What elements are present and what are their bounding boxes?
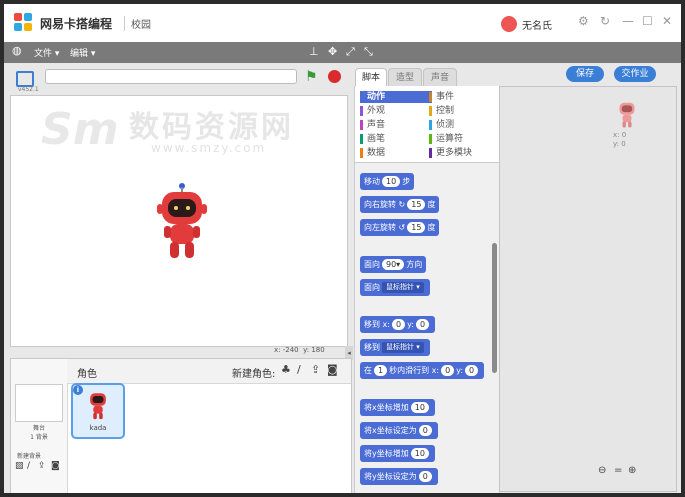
watermark-text: 数码资源网 — [129, 110, 294, 145]
app-window: 网易卡搭编程 校园 无名氏 ⚙ ↻ — ☐ ✕ ◍ 文件 ▾ 编辑 ▾ ⊥ ✥ … — [4, 4, 681, 493]
stop-icon[interactable] — [328, 70, 341, 83]
block-goto[interactable]: 移到 鼠标指针 ▾ — [360, 339, 430, 356]
user-name[interactable]: 无名氏 — [522, 17, 552, 32]
camera-icon[interactable]: ◙ — [51, 461, 60, 471]
file-menu[interactable]: 文件 ▾ — [34, 46, 59, 59]
user-avatar[interactable] — [501, 16, 517, 32]
new-backdrop-label: 新建背景 — [17, 453, 42, 460]
shrink-icon[interactable]: ⤡ — [364, 45, 373, 59]
block-point-direction[interactable]: 面向 90▾ 方向 — [360, 256, 427, 273]
block-change-x[interactable]: 将x坐标增加 10 — [360, 399, 435, 416]
refresh-icon[interactable]: ↻ — [600, 14, 610, 28]
stage-bg-count: 1 背景 — [30, 434, 48, 441]
block-set-y[interactable]: 将y坐标设定为 0 — [360, 468, 438, 485]
category-data[interactable]: 数据 — [360, 147, 432, 159]
block-palette: 动作 事件 外观 控制 声音 侦测 画笔 运算符 数据 更多模块 移动 10 步 向… — [354, 86, 500, 493]
save-button[interactable]: 保存 — [566, 66, 604, 82]
category-list: 动作 事件 外观 控制 声音 侦测 画笔 运算符 数据 更多模块 — [355, 86, 499, 163]
tab-scripts[interactable]: 脚本 — [355, 68, 387, 87]
category-more-blocks[interactable]: 更多模块 — [429, 147, 501, 159]
sprite-x-readout: x: 0 — [613, 131, 627, 139]
category-sound[interactable]: 声音 — [360, 119, 432, 131]
campus-link[interactable]: 校园 — [124, 16, 151, 31]
maximize-icon[interactable]: ☐ — [642, 14, 653, 28]
info-icon[interactable]: i — [73, 385, 83, 395]
block-turn-left[interactable]: 向左旋转 ↺ 15 度 — [360, 219, 440, 236]
zoom-reset-icon[interactable]: = — [614, 465, 622, 476]
project-title-input[interactable] — [45, 69, 297, 84]
menu-bar: ◍ 文件 ▾ 编辑 ▾ ⊥ ✥ ⤢ ⤡ — [4, 42, 681, 63]
green-flag-icon[interactable]: ⚑ — [305, 69, 318, 85]
camera-sprite-icon[interactable]: ◙ — [327, 363, 338, 376]
app-title: 网易卡搭编程 — [40, 17, 113, 31]
sprite-header-label: 角色 — [77, 369, 97, 380]
sprite-card-kada[interactable]: i kada — [71, 383, 125, 439]
expand-icon[interactable]: ✥ — [328, 45, 337, 58]
stage-coordinates: x: -240 y: 180 — [274, 346, 325, 354]
paint-backdrop-icon[interactable]: ▨ — [15, 461, 24, 471]
block-glide[interactable]: 在 1 秒内滑行到 x: 0 y: 0 — [360, 362, 485, 379]
zoom-out-icon[interactable]: ⊖ — [598, 465, 606, 476]
stage-column: 舞台 1 背景 新建背景 ▨ / ⇪ ◙ — [11, 359, 68, 493]
title-bar: 网易卡搭编程 校园 无名氏 ⚙ ↻ — ☐ ✕ — [4, 4, 681, 42]
block-change-y[interactable]: 将y坐标增加 10 — [360, 445, 435, 462]
rotate-left-icon: ↺ — [398, 223, 406, 232]
sprite-header: 角色 新建角色: ♣ / ⇪ ◙ — [67, 359, 351, 384]
block-move[interactable]: 移动 10 步 — [360, 173, 415, 190]
category-sensing[interactable]: 侦测 — [429, 119, 501, 131]
stage-label: 舞台 — [32, 425, 45, 432]
app-logo-icon — [14, 13, 32, 31]
brush-icon[interactable]: / — [27, 461, 30, 471]
submit-homework-button[interactable]: 交作业 — [614, 66, 656, 82]
robot-thumbnail — [90, 393, 106, 420]
version-label: v452.1 — [18, 86, 39, 93]
new-sprite-label: 新建角色: — [232, 369, 276, 380]
upload-backdrop-icon[interactable]: ⇪ — [38, 461, 46, 471]
watermark-url: www.smzy.com — [151, 141, 267, 155]
category-control[interactable]: 控制 — [429, 105, 501, 117]
upload-sprite-icon[interactable]: ⇪ — [311, 363, 320, 376]
block-point-towards[interactable]: 面向 鼠标指针 ▾ — [360, 279, 430, 296]
watermark-logo: Sm — [41, 104, 119, 155]
close-icon[interactable]: ✕ — [662, 14, 672, 28]
category-pen[interactable]: 画笔 — [360, 133, 432, 145]
minimize-icon[interactable]: — — [622, 14, 634, 28]
script-area[interactable]: x: 0 y: 0 ⊖ = ⊕ — [499, 86, 677, 492]
block-turn-right[interactable]: 向右旋转 ↻ 15 度 — [360, 196, 440, 213]
zoom-in-icon[interactable]: ⊕ — [628, 465, 636, 476]
current-sprite-thumbnail — [619, 102, 635, 128]
sprite-pane: 舞台 1 背景 新建背景 ▨ / ⇪ ◙ 角色 新建角色: ♣ / ⇪ ◙ i — [10, 358, 352, 493]
paint-sprite-icon[interactable]: / — [297, 363, 301, 376]
library-sprite-icon[interactable]: ♣ — [281, 363, 291, 376]
palette-scrollbar[interactable] — [492, 243, 497, 373]
category-looks[interactable]: 外观 — [360, 105, 432, 117]
block-goto-xy[interactable]: 移到 x: 0 y: 0 — [360, 316, 436, 333]
category-events[interactable]: 事件 — [429, 91, 501, 103]
edit-menu[interactable]: 编辑 ▾ — [70, 46, 95, 59]
stamp-icon[interactable]: ⊥ — [309, 45, 319, 58]
stage-toolbar: v452.1 ⚑ — [4, 63, 350, 95]
fullscreen-icon[interactable] — [16, 71, 34, 87]
stage-thumbnail[interactable] — [15, 384, 63, 422]
robot-sprite[interactable] — [154, 182, 210, 262]
stage-canvas[interactable]: Sm 数码资源网 www.smzy.com — [10, 95, 348, 347]
category-motion[interactable]: 动作 — [360, 91, 432, 103]
category-operators[interactable]: 运算符 — [429, 133, 501, 145]
blocks-list: 移动 10 步 向右旋转 ↻ 15 度 向左旋转 ↺ 15 度 面向 90▾ 方向 面向 鼠标指针… — [355, 163, 499, 493]
globe-icon[interactable]: ◍ — [12, 44, 22, 57]
rotate-right-icon: ↻ — [398, 200, 406, 209]
tab-costumes[interactable]: 造型 — [388, 68, 422, 87]
grow-icon[interactable]: ⤢ — [346, 45, 355, 59]
settings-icon[interactable]: ⚙ — [578, 14, 589, 28]
block-set-x[interactable]: 将x坐标设定为 0 — [360, 422, 438, 439]
sprite-name: kada — [89, 424, 107, 432]
sprite-y-readout: y: 0 — [613, 140, 626, 148]
tab-sounds[interactable]: 声音 — [423, 68, 457, 87]
